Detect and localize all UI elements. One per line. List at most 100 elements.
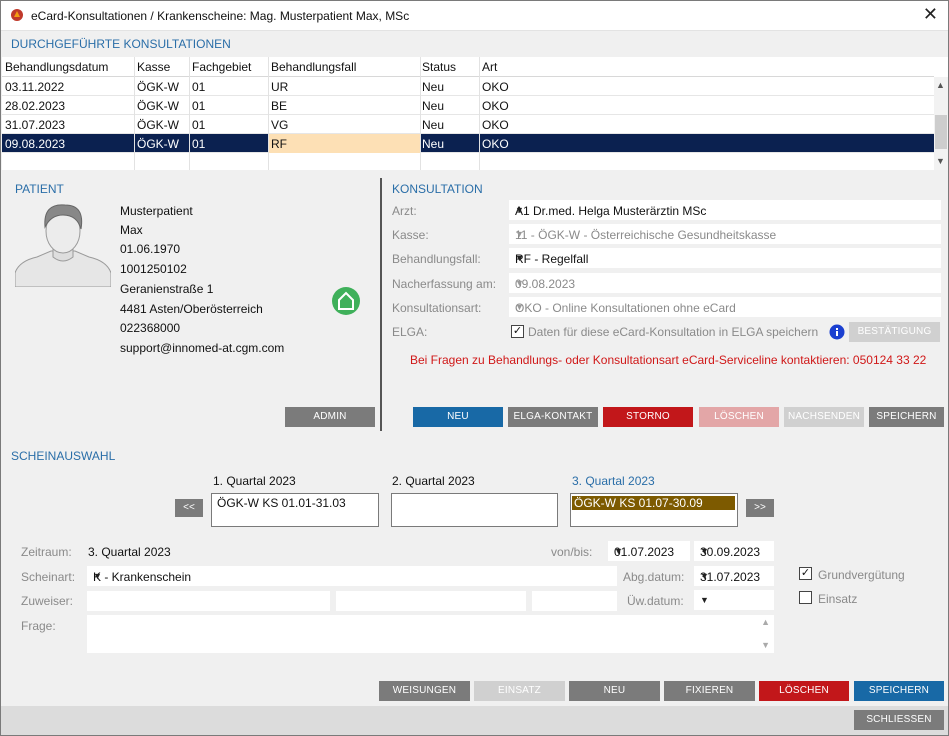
uewdatum-picker[interactable]: ▼ — [694, 590, 774, 610]
konsultationsart-dropdown[interactable]: OKO - Online Konsultationen ohne eCard ▼ — [509, 297, 941, 317]
bestaetigung-button[interactable]: BESTÄTIGUNG — [849, 322, 940, 342]
column-header[interactable]: Behandlungsdatum — [5, 60, 108, 74]
table-row-selected[interactable]: 09.08.2023 ÖGK-W 01 RF Neu OKO — [2, 134, 934, 153]
cell: 01 — [192, 137, 206, 151]
storno-button[interactable]: STORNO — [603, 407, 693, 427]
schein-loeschen-button[interactable]: LÖSCHEN — [759, 681, 849, 701]
konsultationsart-label: Konsultationsart: — [392, 301, 482, 315]
scheinart-dropdown[interactable]: K - Krankenschein ▼ — [87, 566, 617, 586]
uewdatum-label: Üw.datum: — [627, 594, 684, 608]
cell: 01 — [192, 118, 206, 132]
frage-textarea[interactable]: ▲ ▼ — [87, 615, 774, 653]
speichern-button[interactable]: SPEICHERN — [869, 407, 944, 427]
admin-button[interactable]: ADMIN — [285, 407, 375, 427]
loeschen-button[interactable]: LÖSCHEN — [699, 407, 779, 427]
schein-item-selected[interactable]: ÖGK-W KS 01.07-30.09 — [572, 496, 735, 510]
grundverguetung-checkbox[interactable]: ✓ — [799, 567, 812, 580]
column-header[interactable]: Fachgebiet — [192, 60, 251, 74]
weisungen-button[interactable]: WEISUNGEN — [379, 681, 470, 701]
fixieren-button[interactable]: FIXIEREN — [664, 681, 755, 701]
schliessen-button[interactable]: SCHLIESSEN — [854, 710, 944, 730]
info-icon[interactable] — [829, 324, 845, 340]
column-divider — [420, 57, 421, 170]
zuweiser-input-2[interactable] — [336, 591, 526, 611]
table-row[interactable]: 28.02.2023 ÖGK-W 01 BE Neu OKO — [2, 96, 934, 115]
serviceline-hinweis: Bei Fragen zu Behandlungs- oder Konsulta… — [410, 353, 927, 367]
column-header[interactable]: Art — [482, 60, 497, 74]
arzt-dropdown[interactable]: A1 Dr.med. Helga Musterärztin MSc ▼ — [509, 200, 941, 220]
close-icon[interactable]: ✕ — [923, 4, 938, 25]
schein-item[interactable]: ÖGK-W KS 01.01-31.03 — [215, 496, 348, 510]
section-scheinauswahl: SCHEINAUSWAHL — [11, 449, 116, 463]
next-quartal-button[interactable]: >> — [746, 499, 774, 517]
title-bar: eCard-Konsultationen / Krankenscheine: M… — [1, 1, 948, 31]
kasse-dropdown[interactable]: 11 - ÖGK-W - Österreichische Gesundheits… — [509, 224, 941, 244]
chevron-down-icon: ▼ — [515, 278, 524, 288]
column-divider — [189, 57, 190, 170]
chevron-down-icon: ▼ — [93, 571, 102, 581]
chevron-down-icon: ▼ — [700, 595, 709, 605]
einsatz-label: Einsatz — [818, 592, 858, 606]
section-konsultationen: DURCHGEFÜHRTE KONSULTATIONEN — [11, 37, 231, 51]
von-date-picker[interactable]: 01.07.2023 ▼ — [608, 541, 690, 561]
chevron-down-icon: ▼ — [700, 571, 709, 581]
patient-strasse: Geranienstraße 1 — [120, 282, 214, 296]
behandlungsfall-dropdown[interactable]: RF - Regelfall ▼ — [509, 248, 941, 268]
neu-button[interactable]: NEU — [413, 407, 503, 427]
bis-date-picker[interactable]: 30.09.2023 ▼ — [694, 541, 774, 561]
table-row[interactable]: 31.07.2023 ÖGK-W 01 VG Neu OKO — [2, 115, 934, 134]
quartal-3-list[interactable]: ÖGK-W KS 01.07-30.09 — [570, 493, 738, 527]
prev-quartal-button[interactable]: << — [175, 499, 203, 517]
cell: ÖGK-W — [137, 99, 179, 113]
einsatz-checkbox[interactable] — [799, 591, 812, 604]
nachsenden-button[interactable]: NACHSENDEN — [784, 407, 864, 427]
patient-nachname: Musterpatient — [120, 204, 193, 218]
chevron-down-icon: ▼ — [515, 253, 524, 263]
cell: 28.02.2023 — [5, 99, 66, 113]
cell: OKO — [482, 137, 509, 151]
schein-neu-button[interactable]: NEU — [569, 681, 660, 701]
zuweiser-input-3[interactable] — [532, 591, 617, 611]
table-scrollbar[interactable]: ▲ ▼ — [934, 77, 948, 170]
cell: 09.08.2023 — [5, 137, 66, 151]
highlighted-cell — [268, 134, 420, 153]
avatar-icon — [15, 204, 111, 287]
chevron-down-icon: ▼ — [515, 229, 524, 239]
scroll-up-icon[interactable]: ▲ — [761, 617, 770, 627]
arzt-label: Arzt: — [392, 204, 417, 218]
patient-svnr: 1001250102 — [120, 262, 187, 276]
cell: Neu — [422, 99, 445, 113]
scroll-up-icon[interactable]: ▲ — [936, 80, 945, 90]
column-divider — [134, 57, 135, 170]
chevron-down-icon: ▼ — [614, 546, 623, 556]
chevron-down-icon: ▼ — [515, 205, 524, 215]
zuweiser-input-1[interactable] — [87, 591, 330, 611]
scroll-thumb[interactable] — [935, 115, 947, 149]
nacherfassung-label: Nacherfassung am: — [392, 277, 497, 291]
cell: RF — [271, 137, 287, 151]
scroll-down-icon[interactable]: ▼ — [936, 156, 945, 166]
column-header[interactable]: Kasse — [137, 60, 170, 74]
cell: OKO — [482, 80, 509, 94]
cell: 03.11.2022 — [5, 80, 65, 94]
section-patient: PATIENT — [15, 182, 64, 196]
abgdatum-picker[interactable]: 31.07.2023 ▼ — [694, 566, 774, 586]
home-icon[interactable] — [331, 286, 361, 316]
elga-checkbox[interactable]: ✓ — [511, 325, 524, 338]
table-row[interactable]: 03.11.2022 ÖGK-W 01 UR Neu OKO — [2, 77, 934, 96]
zeitraum-value: 3. Quartal 2023 — [88, 545, 171, 559]
zuweiser-label: Zuweiser: — [21, 594, 74, 608]
cell: VG — [271, 118, 289, 132]
column-header[interactable]: Behandlungsfall — [271, 60, 356, 74]
zeitraum-label: Zeitraum: — [21, 545, 72, 559]
quartal-1-list[interactable]: ÖGK-W KS 01.01-31.03 — [211, 493, 379, 527]
einsatz-button[interactable]: EINSATZ — [474, 681, 565, 701]
vertical-separator — [380, 178, 382, 431]
column-header[interactable]: Status — [422, 60, 456, 74]
behandlungsfall-label: Behandlungsfall: — [392, 252, 481, 266]
elga-kontakt-button[interactable]: ELGA-KONTAKT — [508, 407, 598, 427]
quartal-2-list[interactable] — [391, 493, 558, 527]
scroll-down-icon[interactable]: ▼ — [761, 640, 770, 650]
schein-speichern-button[interactable]: SPEICHERN — [854, 681, 944, 701]
nacherfassung-dropdown[interactable]: 09.08.2023 ▼ — [509, 273, 941, 293]
